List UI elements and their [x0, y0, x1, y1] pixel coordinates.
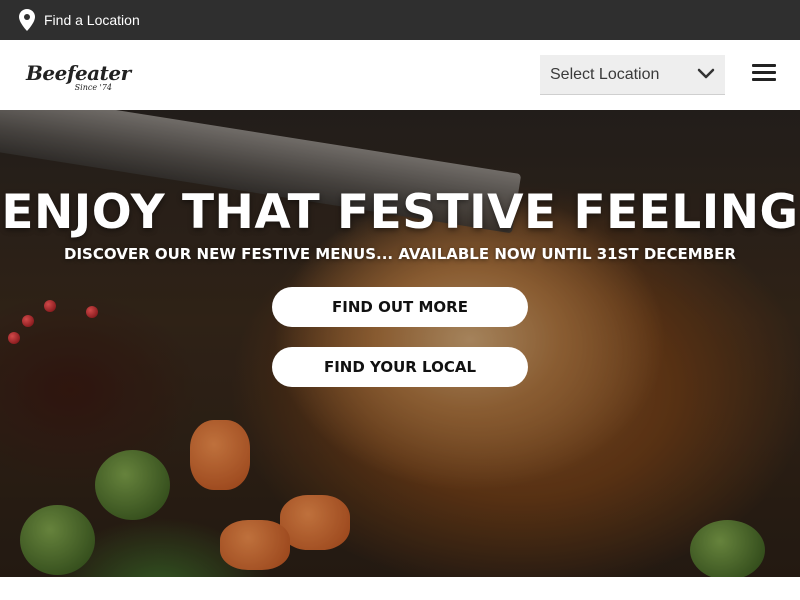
hamburger-line: [752, 64, 776, 67]
map-pin-icon[interactable]: [18, 9, 36, 31]
find-out-more-button[interactable]: FIND OUT MORE: [272, 287, 528, 327]
site-header: Beefeater Since '74 Select Location: [0, 40, 800, 110]
hamburger-line: [752, 71, 776, 74]
find-your-local-button[interactable]: FIND YOUR LOCAL: [272, 347, 528, 387]
find-location-link[interactable]: Find a Location: [44, 12, 140, 28]
hero-subtitle: DISCOVER OUR NEW FESTIVE MENUS... AVAILA…: [64, 245, 736, 263]
hero-overlay: [0, 110, 800, 577]
hero-banner: ENJOY THAT FESTIVE FEELING DISCOVER OUR …: [0, 110, 800, 577]
hamburger-line: [752, 78, 776, 81]
beefeater-logo[interactable]: Beefeater Since '74: [26, 61, 131, 96]
hero-title: ENJOY THAT FESTIVE FEELING: [1, 185, 799, 240]
chevron-down-icon: [697, 67, 715, 81]
hamburger-menu-icon[interactable]: [752, 64, 776, 86]
location-select[interactable]: Select Location: [540, 55, 725, 95]
page-footer-strip: [0, 577, 800, 600]
top-utility-bar: Find a Location: [0, 0, 800, 40]
location-select-value: Select Location: [550, 65, 660, 83]
logo-wordmark: Beefeater: [26, 61, 131, 85]
logo-tagline: Since '74: [74, 83, 112, 92]
